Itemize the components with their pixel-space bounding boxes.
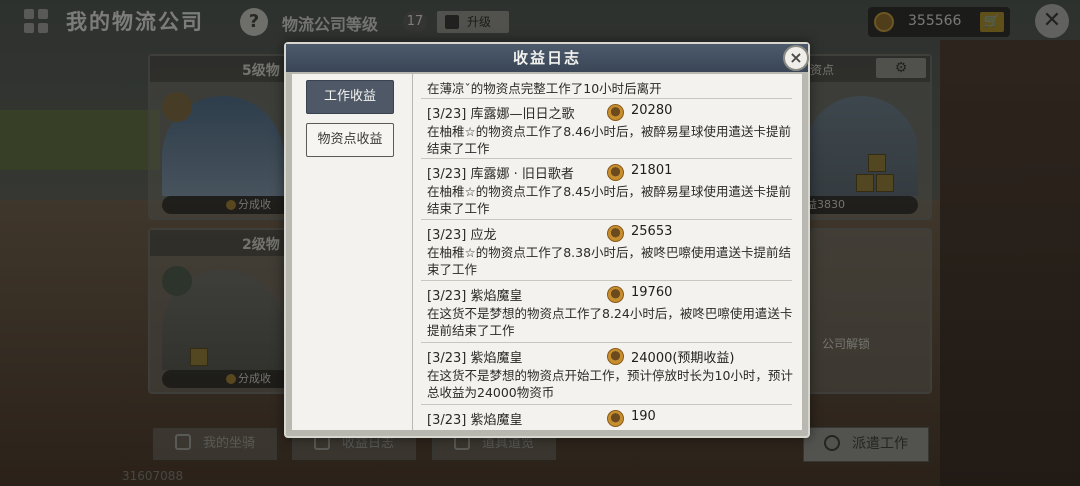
coin-icon bbox=[607, 164, 624, 181]
coin-icon bbox=[607, 286, 624, 303]
list-item: [3/23] 紫焰魔皇 19760 在这货不是梦想的物资点工作了8.24小时后，… bbox=[421, 282, 792, 343]
log-entry-desc: 在柚稚☆的物资点工作了8.45小时后，被醉易星球使用遣送卡提前结束了工作 bbox=[427, 184, 792, 216]
list-item: [3/23] 库露娜—旧日之歌 20280 在柚稚☆的物资点工作了8.46小时后… bbox=[421, 100, 792, 159]
list-item: [3/23] 紫焰魔皇 24000(预期收益) 在这货不是梦想的物资点开始工作，… bbox=[421, 344, 793, 405]
log-entry-amount: 21801 bbox=[631, 163, 673, 178]
income-log-list[interactable]: 在薄凉ˇ的物资点完整工作了10小时后离开 [3/23] 库露娜—旧日之歌 202… bbox=[412, 74, 800, 430]
log-entry-desc: 在这货不是梦想的物资点工作了8.24小时后，被咚巴嚓使用遣送卡提前结束了工作 bbox=[427, 306, 793, 338]
log-entry-title: [3/23] 应龙 bbox=[427, 228, 497, 243]
coin-icon bbox=[607, 410, 624, 427]
log-entry-desc: 在柚稚☆的物资点工作了8.46小时后，被醉易星球使用遣送卡提前结束了工作 bbox=[427, 124, 792, 156]
log-entry-title: [3/23] 紫焰魔皇 bbox=[427, 413, 523, 428]
dialog-header: 收益日志 bbox=[286, 44, 808, 72]
log-entry-desc: 在柚稚☆的物资点工作了8.38小时后，被咚巴嚓使用遣送卡提前结束了工作 bbox=[427, 245, 792, 277]
income-log-dialog: 收益日志 × 工作收益 物资点收益 在薄凉ˇ的物资点完整工作了10小时后离开 [… bbox=[284, 42, 810, 438]
log-entry-amount: 190 bbox=[631, 409, 656, 424]
log-entry-amount: 25653 bbox=[631, 224, 673, 239]
list-item: [3/23] 应龙 25653 在柚稚☆的物资点工作了8.38小时后，被咚巴嚓使… bbox=[421, 221, 792, 281]
log-entry-amount: 24000(预期收益) bbox=[631, 351, 735, 366]
coin-icon bbox=[607, 348, 624, 365]
log-entry-title: [3/23] 紫焰魔皇 bbox=[427, 289, 523, 304]
log-entry-title: [3/23] 库露娜 · 旧日歌者 bbox=[427, 167, 574, 182]
log-entry-amount: 20280 bbox=[631, 103, 673, 118]
dialog-body: 工作收益 物资点收益 在薄凉ˇ的物资点完整工作了10小时后离开 [3/23] 库… bbox=[292, 74, 802, 430]
dialog-title: 收益日志 bbox=[512, 49, 581, 67]
list-item: [3/23] 库露娜 · 旧日歌者 21801 在柚稚☆的物资点工作了8.45小… bbox=[421, 160, 792, 220]
close-icon[interactable]: × bbox=[783, 45, 809, 71]
log-entry-amount: 19760 bbox=[631, 285, 673, 300]
list-item: [3/23] 紫焰魔皇 190 bbox=[421, 406, 792, 430]
log-entry-desc: 在这货不是梦想的物资点开始工作，预计停放时长为10小时，预计总收益为24000物… bbox=[427, 368, 793, 400]
log-entry-title: [3/23] 库露娜—旧日之歌 bbox=[427, 107, 575, 122]
log-entry-title: [3/23] 紫焰魔皇 bbox=[427, 351, 523, 366]
tab-supply-point-income[interactable]: 物资点收益 bbox=[306, 123, 394, 157]
coin-icon bbox=[607, 104, 624, 121]
list-divider bbox=[421, 74, 792, 99]
coin-icon bbox=[607, 225, 624, 242]
tab-work-income[interactable]: 工作收益 bbox=[306, 80, 394, 114]
